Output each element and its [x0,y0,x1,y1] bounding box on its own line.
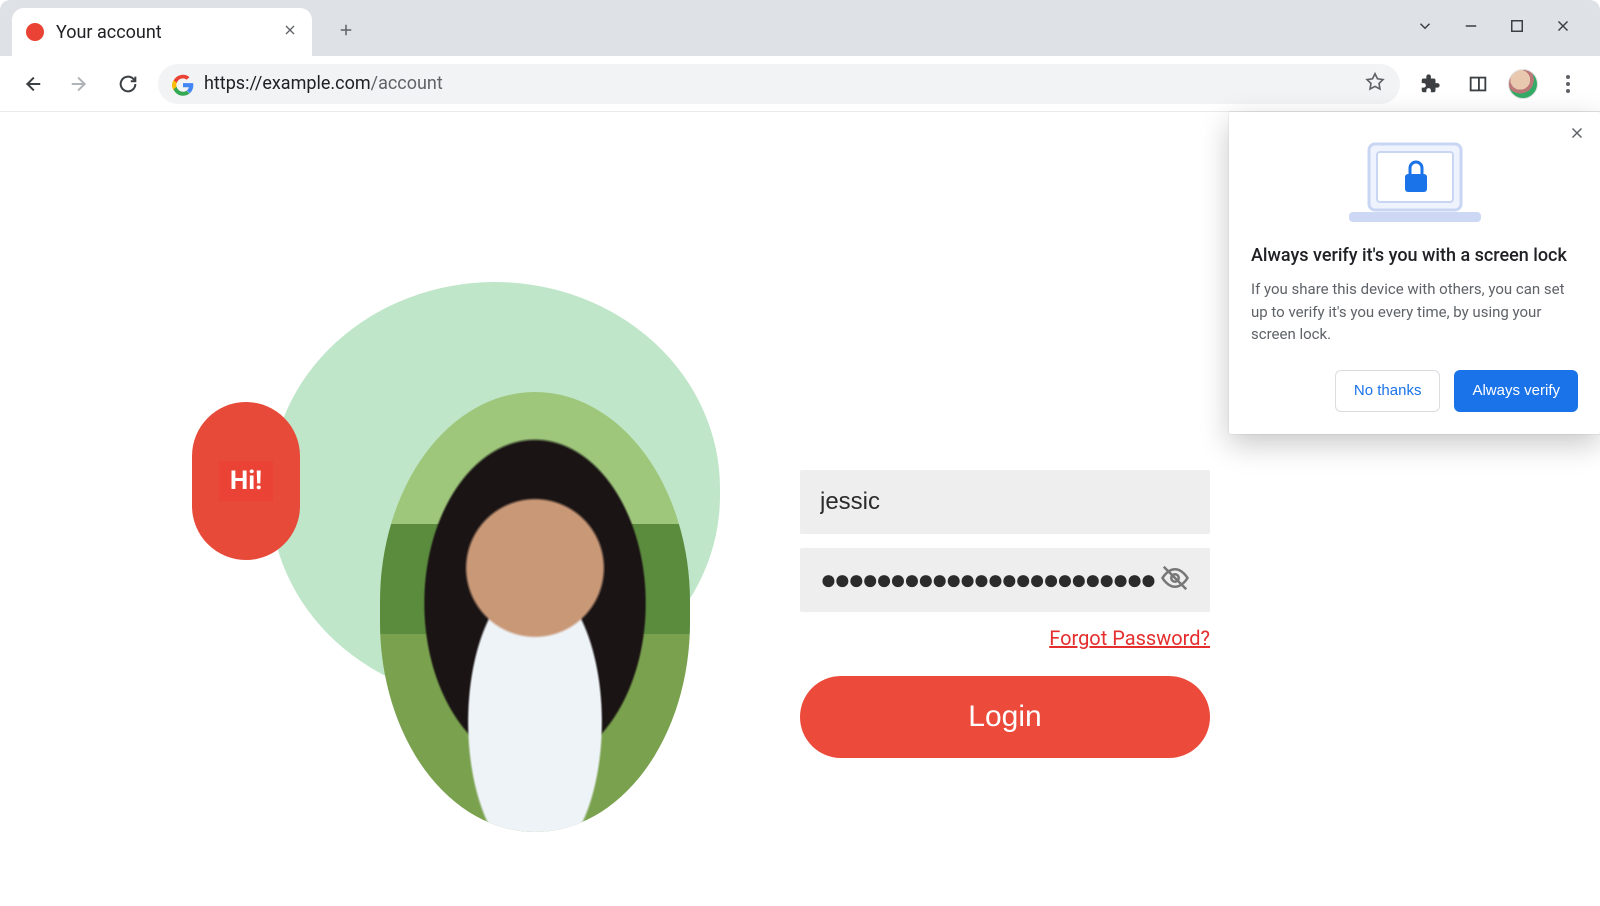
site-favicon-dot [26,23,44,41]
popup-body: If you share this device with others, yo… [1251,278,1578,346]
screen-lock-popup: Always verify it's you with a screen loc… [1229,112,1600,434]
reload-button[interactable] [110,66,146,102]
no-thanks-button[interactable]: No thanks [1335,370,1441,412]
laptop-lock-illustration [1251,128,1578,234]
user-portrait [380,392,690,832]
chevron-down-icon[interactable] [1416,17,1434,39]
side-panel-icon[interactable] [1460,66,1496,102]
url-path: /account [371,73,443,94]
hi-pill: Hi! [192,402,300,560]
minimize-icon[interactable] [1462,17,1480,39]
email-field[interactable] [820,488,1190,516]
url-host: https://example.com [204,73,371,94]
window-controls [1388,0,1600,56]
email-field-wrapper [800,470,1210,534]
browser-toolbar: https://example.com/account [0,56,1600,112]
tab-title: Your account [56,22,270,43]
close-icon[interactable] [1568,124,1586,146]
nav-back-button[interactable] [14,66,50,102]
browser-tab[interactable]: Your account [12,8,312,56]
profile-avatar[interactable] [1508,69,1538,99]
omnibox-url: https://example.com/account [204,73,443,94]
password-field[interactable] [820,564,1160,596]
popup-actions: No thanks Always verify [1251,370,1578,412]
close-window-icon[interactable] [1554,17,1572,39]
password-field-wrapper [800,548,1210,612]
popup-title: Always verify it's you with a screen loc… [1251,244,1578,268]
nav-forward-button[interactable] [62,66,98,102]
always-verify-button[interactable]: Always verify [1454,370,1578,412]
login-button[interactable]: Login [800,676,1210,758]
hi-badge: Hi! [219,461,273,501]
extensions-icon[interactable] [1412,66,1448,102]
forgot-password-link[interactable]: Forgot Password? [800,626,1210,650]
eye-off-icon[interactable] [1160,563,1190,597]
kebab-menu-icon[interactable] [1550,66,1586,102]
bookmark-star-icon[interactable] [1364,71,1386,97]
close-tab-icon[interactable] [282,22,298,42]
maximize-icon[interactable] [1508,17,1526,39]
tab-strip: Your account [0,0,1600,56]
new-tab-button[interactable] [330,14,362,46]
google-g-icon [172,74,192,94]
omnibox[interactable]: https://example.com/account [158,64,1400,104]
